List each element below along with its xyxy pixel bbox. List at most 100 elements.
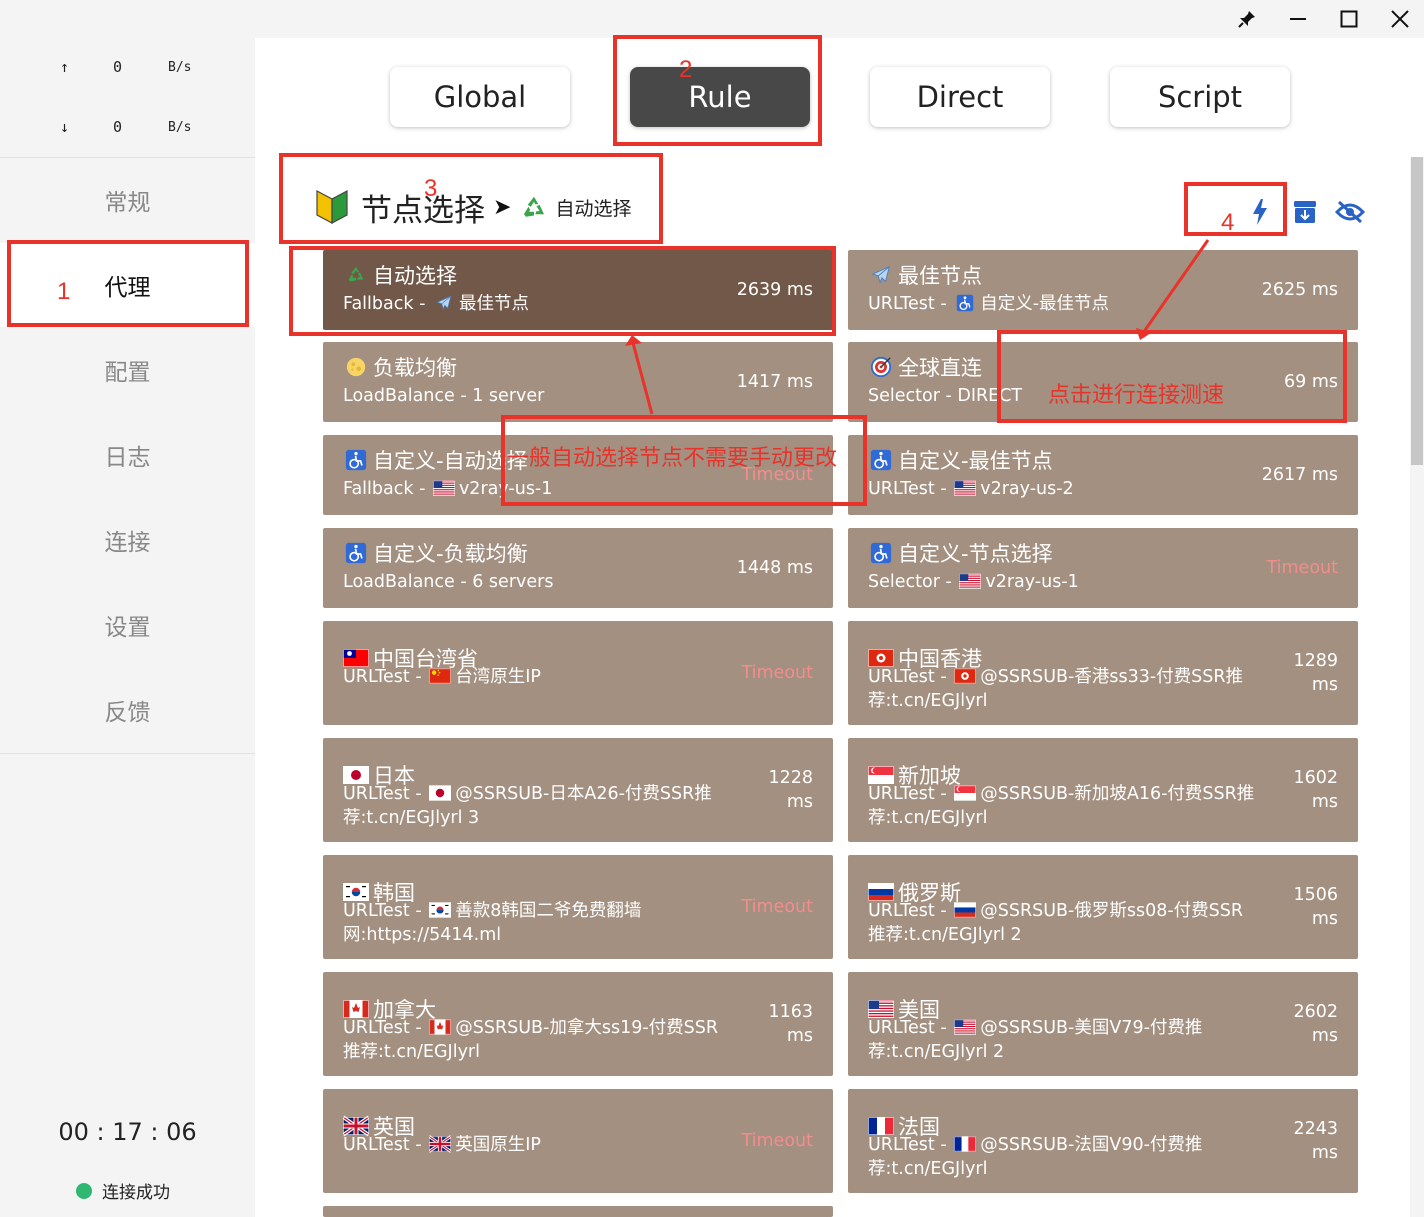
proxy-card[interactable]: 最佳节点 URLTest - 自定义-最佳节点 2625 ms xyxy=(848,250,1358,330)
proxy-latency[interactable]: 2617 ms xyxy=(1262,463,1338,487)
sidebar-item-logs[interactable]: 日志 xyxy=(0,413,255,497)
sidebar-item-feedback[interactable]: 反馈 xyxy=(0,668,255,752)
proxy-current: 6 servers xyxy=(472,572,554,592)
minimize-icon[interactable] xyxy=(1278,4,1318,34)
proxy-separator: - xyxy=(934,667,953,687)
proxy-type: URLTest xyxy=(343,901,410,921)
proxy-latency[interactable]: 2602 ms xyxy=(1282,1000,1338,1048)
accessible-icon xyxy=(343,449,369,471)
close-icon[interactable] xyxy=(1380,4,1420,34)
proxy-latency[interactable]: 1228 ms xyxy=(757,766,813,814)
annotation-box-auto-card xyxy=(289,246,836,336)
proxy-card[interactable]: 加拿大 URLTest - @SSRSUB-加拿大ss19-付费SSR推荐:t.c… xyxy=(323,972,833,1076)
annotation-note-auto: 一般自动选择节点不需要手动更改 xyxy=(507,446,838,471)
proxy-card[interactable]: 自定义-节点选择 Selector - v2ray-us-1 Timeout xyxy=(848,528,1358,608)
download-arrow-icon: ↓ xyxy=(60,118,70,136)
proxy-type: Selector xyxy=(868,572,940,592)
proxy-card[interactable]: 俄罗斯 URLTest - @SSRSUB-俄罗斯ss08-付费SSR推荐:t.c… xyxy=(848,855,1358,959)
proxy-latency[interactable]: 1448 ms xyxy=(737,556,813,580)
proxy-latency[interactable]: 1417 ms xyxy=(737,370,813,394)
maximize-icon[interactable] xyxy=(1329,4,1369,34)
proxy-card[interactable]: 日本 URLTest - @SSRSUB-日本A26-付费SSR推荐:t.cn/E… xyxy=(323,738,833,842)
proxy-card[interactable]: 美国 URLTest - @SSRSUB-美国V79-付费推荐:t.cn/EGJl… xyxy=(848,972,1358,1076)
proxy-separator: - xyxy=(454,572,473,592)
archive-down-icon[interactable] xyxy=(1290,197,1320,227)
upload-unit: B/s xyxy=(168,60,192,75)
kr-icon xyxy=(429,901,452,919)
proxy-type: URLTest xyxy=(343,1018,410,1038)
mode-script-button[interactable]: Script xyxy=(1110,67,1290,127)
proxy-latency[interactable]: 1289 ms xyxy=(1282,649,1338,697)
connection-status: 连接成功 xyxy=(76,1178,170,1203)
proxy-latency[interactable]: 2625 ms xyxy=(1262,278,1338,302)
ca-icon xyxy=(429,1018,452,1036)
proxy-name: 自定义-节点选择 xyxy=(868,538,1053,568)
proxy-detail: URLTest - 英国原生IP xyxy=(343,1133,733,1157)
cn-icon xyxy=(429,667,452,685)
jp-icon xyxy=(429,784,452,802)
proxy-card[interactable]: 英国 URLTest - 英国原生IP Timeout xyxy=(323,1089,833,1193)
eye-slash-icon[interactable] xyxy=(1335,197,1365,227)
proxy-latency[interactable]: Timeout xyxy=(742,895,814,919)
download-row: ↓ 0 B/s xyxy=(0,118,255,142)
accessible-icon xyxy=(868,449,894,471)
sidebar-item-connections[interactable]: 连接 xyxy=(0,498,255,582)
proxy-card[interactable]: 中国香港 URLTest - @SSRSUB-香港ss33-付费SSR推荐:t.c… xyxy=(848,621,1358,725)
proxy-current: 自定义-最佳节点 xyxy=(980,294,1110,314)
proxy-card-partial[interactable] xyxy=(323,1206,833,1217)
proxy-latency[interactable]: Timeout xyxy=(1267,556,1339,580)
sidebar-item-settings[interactable]: 设置 xyxy=(0,583,255,667)
proxy-card[interactable]: 自定义-负载均衡 LoadBalance - 6 servers 1448 ms xyxy=(323,528,833,608)
proxy-type: URLTest xyxy=(868,1018,935,1038)
proxy-type: URLTest xyxy=(868,294,935,314)
proxy-type: URLTest xyxy=(868,667,935,687)
proxy-separator: - xyxy=(934,901,953,921)
proxy-card[interactable]: 中国台湾省 URLTest - 台湾原生IP Timeout xyxy=(323,621,833,725)
proxy-card[interactable]: 新加坡 URLTest - @SSRSUB-新加坡A16-付费SSR推荐:t.cn… xyxy=(848,738,1358,842)
proxy-current: v2ray-us-2 xyxy=(980,479,1074,499)
proxy-name: 自定义-最佳节点 xyxy=(868,445,1053,475)
proxy-separator: - xyxy=(409,784,428,804)
mode-global-button[interactable]: Global xyxy=(390,67,570,127)
proxy-separator: - xyxy=(409,901,428,921)
uptime-clock: 00 : 17 : 06 xyxy=(58,1118,197,1146)
proxy-type: URLTest xyxy=(343,667,410,687)
proxy-card[interactable]: 负载均衡 LoadBalance - 1 server 1417 ms xyxy=(323,342,833,422)
proxy-separator: - xyxy=(939,386,958,406)
annotation-number-3: 3 xyxy=(424,175,438,202)
proxy-latency[interactable]: Timeout xyxy=(742,1129,814,1153)
us-icon xyxy=(954,1018,977,1036)
proxy-detail: LoadBalance - 6 servers xyxy=(343,570,733,594)
proxy-latency[interactable]: 1602 ms xyxy=(1282,766,1338,814)
pin-icon[interactable] xyxy=(1227,4,1267,34)
proxy-card[interactable]: 法国 URLTest - @SSRSUB-法国V90-付费推荐:t.cn/EGJl… xyxy=(848,1089,1358,1193)
proxy-type: URLTest xyxy=(343,784,410,804)
proxy-latency[interactable]: 1506 ms xyxy=(1282,883,1338,931)
status-label: 连接成功 xyxy=(102,1183,170,1203)
proxy-card[interactable]: 自定义-最佳节点 URLTest - v2ray-us-2 2617 ms xyxy=(848,435,1358,515)
proxy-name-label: 自定义-负载均衡 xyxy=(373,542,528,566)
proxy-latency[interactable]: Timeout xyxy=(742,661,814,685)
hk-icon xyxy=(954,667,977,685)
proxy-separator: - xyxy=(934,479,953,499)
sidebar-item-general[interactable]: 常规 xyxy=(0,158,255,242)
proxy-card[interactable]: 韩国 URLTest - 善款8韩国二爷免费翻墙网:https://5414.ml… xyxy=(323,855,833,959)
traffic-panel: ↑ 0 B/s ↓ 0 B/s xyxy=(0,38,255,158)
sidebar-item-profile[interactable]: 配置 xyxy=(0,328,255,412)
sidebar-item-label: 常规 xyxy=(104,190,151,216)
proxy-type: Fallback xyxy=(343,479,414,499)
sidebar-item-label: 设置 xyxy=(104,615,151,641)
proxy-latency[interactable]: 2243 ms xyxy=(1282,1117,1338,1165)
proxy-name-label: 全球直连 xyxy=(898,356,982,380)
proxy-latency[interactable]: 1163 ms xyxy=(757,1000,813,1048)
annotation-box-4 xyxy=(1184,182,1287,236)
proxy-detail: URLTest - @SSRSUB-香港ss33-付费SSR推荐:t.cn/EG… xyxy=(868,665,1258,713)
proxy-separator: - xyxy=(934,784,953,804)
proxy-detail: URLTest - @SSRSUB-加拿大ss19-付费SSR推荐:t.cn/E… xyxy=(343,1016,733,1064)
proxy-name: 自定义-负载均衡 xyxy=(343,538,528,568)
gb-icon xyxy=(428,1135,453,1153)
scrollbar-thumb[interactable] xyxy=(1411,157,1423,465)
annotation-note-test: 点击进行连接测速 xyxy=(1048,383,1225,408)
mode-direct-button[interactable]: Direct xyxy=(870,67,1050,127)
sidebar-item-label: 连接 xyxy=(104,530,151,556)
